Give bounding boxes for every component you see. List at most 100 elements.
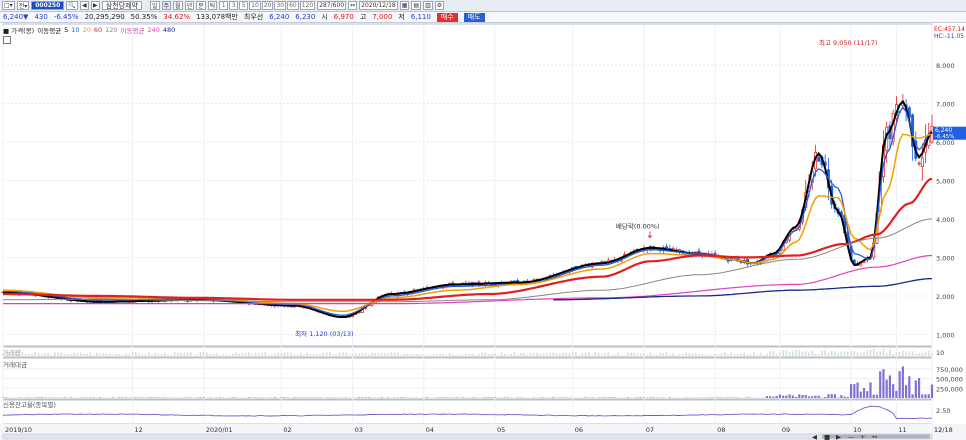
- period-1-button[interactable]: 1: [219, 1, 229, 10]
- stock-chart[interactable]: 최고 9,050 (11/17) 최저 1,120 (03/13) 배당락(0.00…: [0, 23, 966, 440]
- volume-bar: [355, 353, 357, 356]
- volume-bar: [219, 354, 221, 356]
- trading-value-legend: 거래대금: [3, 361, 27, 369]
- period-tick-button[interactable]: 틱: [207, 1, 218, 10]
- stock-name[interactable]: 삼천당제약: [101, 1, 142, 10]
- chart-option-box[interactable]: [3, 36, 11, 44]
- trading-value-bar: [565, 397, 568, 398]
- volume-bar: [89, 352, 92, 356]
- buy-button[interactable]: 매수: [436, 12, 458, 22]
- volume-bar: [468, 354, 470, 356]
- volume-bar: [176, 352, 179, 356]
- period-60-button[interactable]: 60: [287, 1, 299, 10]
- nav-stop-icon[interactable]: ■: [824, 433, 830, 440]
- search-icon[interactable]: 🔍: [66, 1, 78, 10]
- volume-bar: [322, 352, 325, 356]
- volume-bar: [238, 353, 241, 356]
- period-120-button[interactable]: 120: [299, 1, 316, 10]
- sell-button[interactable]: 매도: [463, 12, 485, 22]
- volume-bar: [73, 352, 76, 356]
- nav-prev-icon[interactable]: ◀: [812, 433, 817, 440]
- period-week-button[interactable]: 주: [161, 1, 172, 10]
- volume-bar: [588, 352, 590, 356]
- volume-bar: [681, 353, 684, 356]
- volume-bar: [24, 353, 27, 356]
- volume-legend: 거래량: [3, 349, 21, 357]
- indicator-icon[interactable]: ▥: [423, 1, 433, 10]
- volume-bar: [830, 350, 833, 356]
- volume-bar: [206, 352, 208, 356]
- volume-bar: [419, 354, 422, 356]
- volume-bar: [410, 354, 412, 356]
- period-5-button[interactable]: 5: [239, 1, 249, 10]
- x-tick-label: 11: [898, 426, 906, 434]
- x-tick-label: 07: [646, 426, 654, 434]
- volume-bar: [837, 353, 839, 356]
- volume-bar: [325, 352, 328, 356]
- chart-type-dropdown[interactable]: □▾: [2, 1, 15, 10]
- volume-bar: [465, 353, 467, 356]
- trading-value-bar: [603, 397, 607, 398]
- volume-bar: [432, 354, 435, 356]
- volume-bar: [720, 353, 723, 356]
- ma2-legend-title: 이동평균: [120, 27, 145, 35]
- volume-bar: [299, 353, 302, 356]
- period-year-button[interactable]: 년: [184, 1, 195, 10]
- volume-bar: [180, 352, 182, 356]
- fit-icon[interactable]: ↔: [872, 433, 878, 440]
- volume-bar: [118, 354, 121, 356]
- candle-body: [817, 157, 821, 162]
- zoom-icon[interactable]: ⇔: [348, 1, 358, 10]
- settings-gear-icon[interactable]: ⚙: [434, 1, 445, 10]
- trading-value-bar: [888, 375, 892, 398]
- volume-bar: [34, 352, 37, 356]
- stock-code-input[interactable]: 000250: [31, 1, 65, 10]
- volume-bar: [79, 352, 82, 356]
- volume-bar: [766, 353, 768, 356]
- volume-bar: [753, 352, 755, 356]
- trading-value-bar: [930, 384, 934, 398]
- trading-value-bar: [921, 394, 924, 398]
- period-minute-button[interactable]: 분: [196, 1, 206, 10]
- period-3-button[interactable]: 3: [229, 1, 239, 10]
- trading-value-bar: [357, 397, 361, 398]
- volume-bar: [283, 352, 286, 356]
- period-30-button[interactable]: 30: [274, 1, 287, 10]
- count-input[interactable]: 287/600: [317, 1, 347, 10]
- volume-bar: [384, 353, 386, 356]
- volume-bar: [257, 353, 260, 356]
- volume-bar: [876, 351, 878, 356]
- volume-bar: [665, 352, 668, 356]
- volume-bar: [435, 354, 438, 356]
- volume-bar: [769, 351, 771, 356]
- calendar-icon[interactable]: ▦: [399, 1, 410, 10]
- ma-legend-60: 60: [93, 26, 103, 34]
- volume-bar: [821, 350, 823, 356]
- market-dropdown[interactable]: 전▾: [16, 1, 30, 10]
- period-10-button[interactable]: 10: [249, 1, 261, 10]
- y-tick-label: 2,000: [936, 293, 955, 301]
- period-month-button[interactable]: 월: [173, 1, 183, 10]
- zoom-out-icon[interactable]: —: [848, 433, 855, 440]
- period-day-button[interactable]: 일: [149, 1, 160, 10]
- volume-bar: [733, 354, 736, 356]
- volume-bar: [843, 351, 846, 356]
- zoom-in-icon[interactable]: +: [860, 433, 865, 440]
- trading-value-bar: [843, 396, 846, 398]
- layout-icon[interactable]: ▤: [411, 1, 422, 10]
- price-legend-title: ■ 가격(봉): [3, 27, 35, 35]
- volume-bar: [76, 353, 79, 356]
- volume-bar: [931, 353, 933, 356]
- volume-bar: [850, 351, 852, 356]
- date-input[interactable]: 2020/12/18: [359, 1, 398, 10]
- volume-bar: [594, 352, 597, 356]
- nav-next-icon[interactable]: ▶: [836, 433, 841, 440]
- period-20-button[interactable]: 20: [261, 1, 274, 10]
- next-stock-icon[interactable]: ▶: [90, 1, 100, 10]
- horizontal-scrollbar[interactable]: [2, 433, 933, 440]
- volume-bar: [377, 352, 380, 356]
- volume-bar: [656, 354, 658, 356]
- volume-bar: [228, 354, 231, 356]
- prev-stock-icon[interactable]: ◀: [79, 1, 89, 10]
- trading-value-bar: [917, 378, 921, 398]
